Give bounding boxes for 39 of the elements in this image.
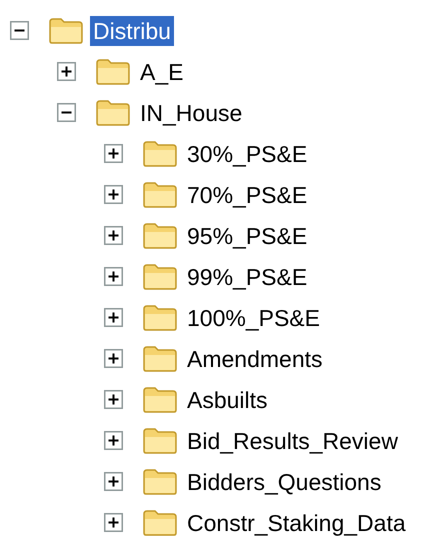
folder-icon xyxy=(142,344,178,372)
expand-icon[interactable] xyxy=(104,472,123,491)
folder-icon xyxy=(142,386,178,414)
folder-icon xyxy=(95,98,131,126)
folder-label[interactable]: IN_House xyxy=(137,98,246,128)
expand-icon[interactable] xyxy=(57,62,76,81)
folder-label[interactable]: 30%_PS&E xyxy=(184,138,310,168)
expand-icon[interactable] xyxy=(104,349,123,368)
expand-icon[interactable] xyxy=(104,226,123,245)
folder-label[interactable]: A_E xyxy=(137,56,186,86)
expand-icon[interactable] xyxy=(104,431,123,450)
folder-label[interactable]: 70%_PS&E xyxy=(184,180,310,210)
folder-label[interactable]: Distribu xyxy=(90,16,174,46)
expand-icon[interactable] xyxy=(104,144,123,163)
folder-icon xyxy=(142,222,178,250)
folder-icon xyxy=(142,140,178,168)
folder-label[interactable]: Asbuilts xyxy=(184,384,271,414)
expand-icon[interactable] xyxy=(104,513,123,532)
collapse-icon[interactable] xyxy=(57,103,76,122)
folder-icon xyxy=(142,304,178,332)
collapse-icon[interactable] xyxy=(10,21,29,40)
folder-icon xyxy=(142,180,178,208)
folder-label[interactable]: Amendments xyxy=(184,344,326,374)
folder-label[interactable]: 95%_PS&E xyxy=(184,220,310,250)
expand-icon[interactable] xyxy=(104,267,123,286)
folder-label[interactable]: Bidders_Questions xyxy=(184,466,384,496)
folder-label[interactable]: Bid_Results_Review xyxy=(184,426,401,456)
folder-icon xyxy=(142,426,178,454)
folder-label[interactable]: Constr_Staking_Data xyxy=(184,508,409,536)
folder-icon xyxy=(142,468,178,496)
folder-icon xyxy=(48,16,84,44)
expand-icon[interactable] xyxy=(104,390,123,409)
folder-label[interactable]: 100%_PS&E xyxy=(184,302,323,332)
expand-icon[interactable] xyxy=(104,308,123,327)
folder-icon xyxy=(142,508,178,536)
folder-label[interactable]: 99%_PS&E xyxy=(184,262,310,292)
folder-icon xyxy=(142,262,178,290)
folder-icon xyxy=(95,58,131,86)
expand-icon[interactable] xyxy=(104,185,123,204)
